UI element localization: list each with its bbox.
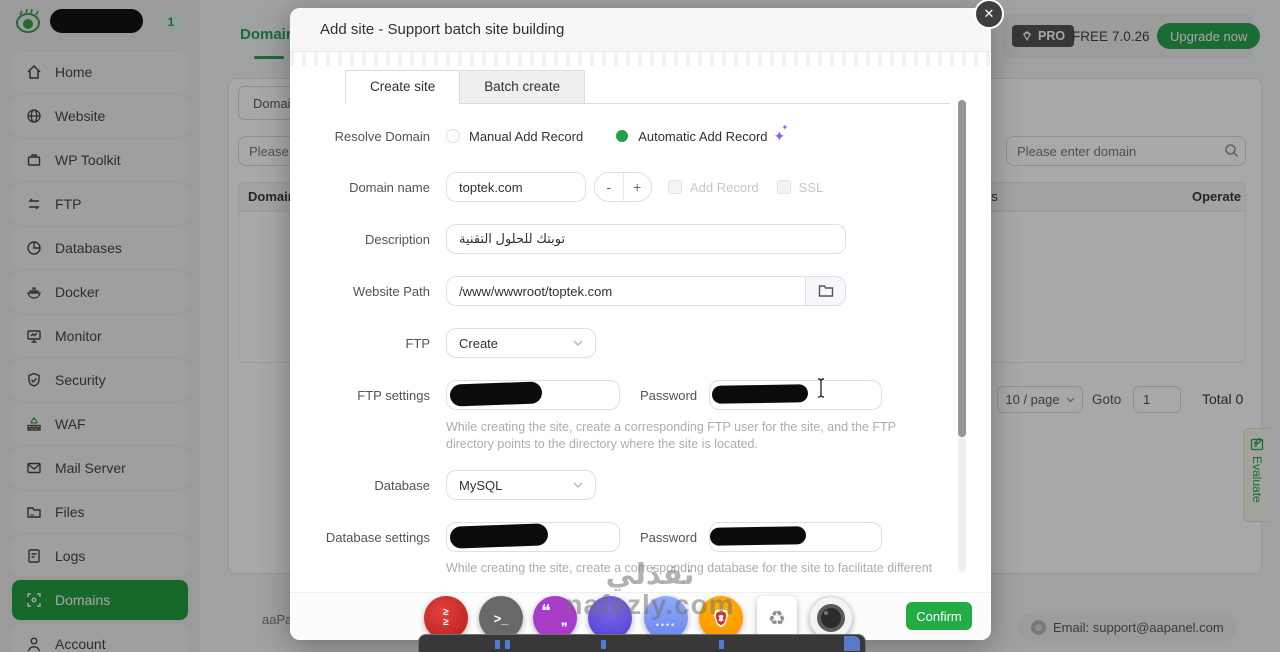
automatic-add-record-radio[interactable]	[616, 130, 629, 142]
website-path-input[interactable]	[446, 276, 806, 306]
chevron-down-icon	[573, 482, 583, 488]
domain-name-input[interactable]	[446, 172, 586, 202]
automatic-add-record-label: Automatic Add Record	[638, 128, 768, 144]
database-password-label: Password	[640, 529, 698, 545]
watermark-band	[290, 52, 991, 66]
ftp-settings-label: FTP settings	[357, 387, 430, 403]
taskbar-app-indicator	[719, 640, 724, 649]
database-help-text: While creating the site, create a corres…	[446, 561, 933, 575]
add-record-label: Add Record	[690, 179, 759, 195]
tab-create-site[interactable]: Create site	[345, 70, 461, 104]
manual-add-record-radio[interactable]	[446, 129, 460, 143]
tab-batch-create[interactable]: Batch create	[460, 70, 586, 103]
redacted-ftp-username	[449, 381, 543, 407]
taskbar-app-indicator	[601, 640, 606, 649]
description-row: Description	[310, 223, 846, 255]
resolve-domain-row: Resolve Domain Manual Add Record Automat…	[310, 120, 789, 152]
plus-button[interactable]: +	[624, 173, 652, 201]
ftp-label: FTP	[405, 335, 430, 351]
ssl-checkbox[interactable]	[776, 180, 791, 194]
camera-lens	[817, 604, 845, 632]
close-icon[interactable]: ✕	[974, 0, 1004, 29]
resolve-domain-label: Resolve Domain	[334, 128, 430, 144]
ftp-select[interactable]: Create	[446, 328, 596, 358]
redacted-ftp-password	[711, 384, 809, 404]
minus-button[interactable]: -	[595, 173, 624, 201]
folder-icon	[818, 285, 833, 297]
description-input[interactable]	[446, 224, 846, 254]
modal-footer	[290, 592, 991, 640]
modal-tabs: Create site Batch create	[345, 70, 950, 104]
chevron-down-icon	[573, 340, 583, 346]
brave-lion-icon	[713, 608, 729, 628]
description-label: Description	[364, 231, 430, 247]
database-select[interactable]: MySQL	[446, 470, 596, 500]
screen: 1 Home Website WP Toolkit FTP Databases …	[0, 0, 1280, 652]
ai-sparkle-icon: ✦ ✦	[773, 122, 789, 144]
add-record-checkbox[interactable]	[668, 180, 682, 194]
ftp-help-text: While creating the site, create a corres…	[446, 420, 896, 451]
taskbar-app-indicator	[495, 640, 500, 649]
taskbar-app-indicator	[844, 636, 860, 651]
database-label: Database	[374, 477, 430, 493]
taskbar-app-indicator	[505, 640, 510, 649]
ssl-label: SSL	[798, 179, 824, 195]
modal-scrollbar-thumb[interactable]	[958, 100, 966, 437]
browse-folder-button[interactable]	[806, 276, 846, 306]
database-settings-label: Database settings	[325, 529, 430, 545]
manual-add-record-label: Manual Add Record	[469, 128, 584, 144]
ftp-password-label: Password	[640, 387, 698, 403]
domain-name-row: Domain name - + Add Record SSL	[310, 171, 823, 203]
redacted-database-name	[449, 523, 549, 549]
domain-name-label: Domain name	[349, 179, 430, 195]
ftp-row: FTP Create	[310, 327, 596, 359]
website-path-row: Website Path	[310, 275, 846, 307]
add-site-modal: Add site - Support batch site building ✕…	[290, 0, 1004, 640]
confirm-button[interactable]: Confirm	[906, 602, 972, 630]
website-path-label: Website Path	[352, 283, 430, 299]
domain-count-stepper: - +	[594, 172, 652, 202]
modal-title: Add site - Support batch site building	[320, 21, 565, 38]
database-row: Database MySQL	[310, 469, 596, 501]
redacted-database-password	[709, 526, 807, 546]
os-taskbar[interactable]	[418, 634, 866, 652]
